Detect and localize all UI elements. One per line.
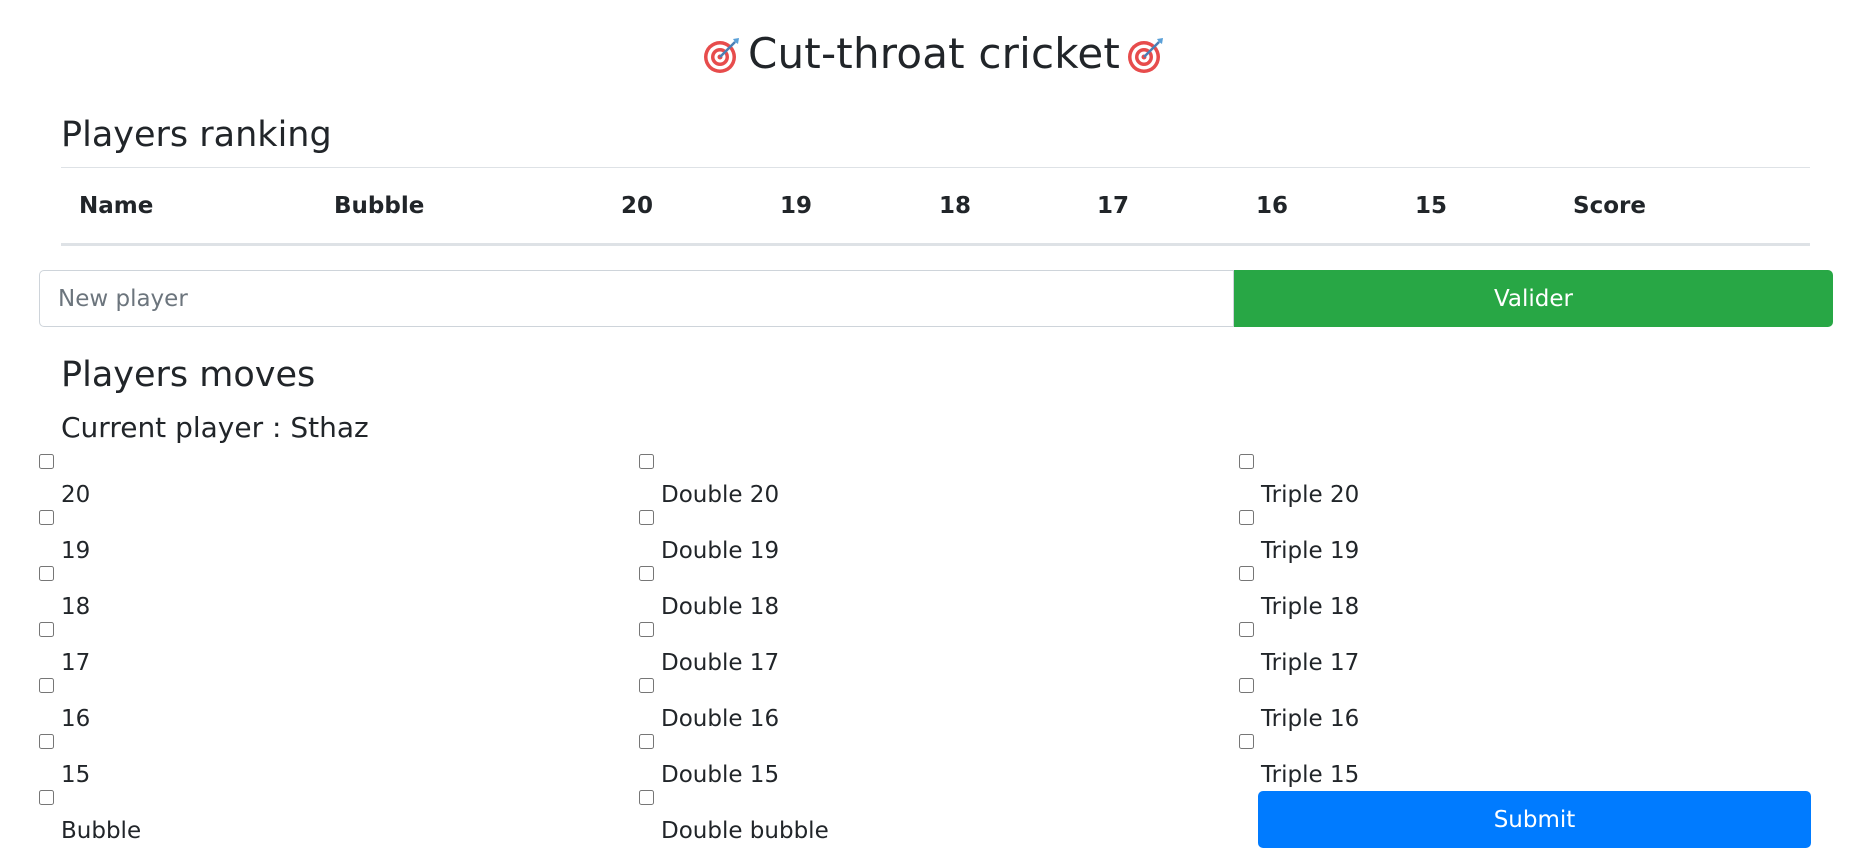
moves-heading: Players moves: [61, 355, 316, 395]
move-label[interactable]: Double 15: [661, 760, 779, 790]
move-item-19: 19: [39, 510, 599, 566]
column-header-bubble: Bubble: [316, 167, 603, 246]
target-icon: [1128, 37, 1164, 73]
move-checkbox-triple-18[interactable]: [1239, 566, 1254, 581]
column-header-18: 18: [921, 167, 1079, 246]
move-checkbox-triple-15[interactable]: [1239, 734, 1254, 749]
column-header-name: Name: [61, 167, 316, 246]
move-checkbox-bubble[interactable]: [39, 790, 54, 805]
move-item-20: 20: [39, 454, 599, 510]
singles-column: 20 19 18 17 16 15 Bubble: [39, 454, 599, 846]
move-checkbox-triple-20[interactable]: [1239, 454, 1254, 469]
move-checkbox-16[interactable]: [39, 678, 54, 693]
move-item-double-16: Double 16: [639, 678, 1199, 734]
move-checkbox-17[interactable]: [39, 622, 54, 637]
move-checkbox-triple-17[interactable]: [1239, 622, 1254, 637]
move-checkbox-double-bubble[interactable]: [639, 790, 654, 805]
move-item-triple-18: Triple 18: [1239, 566, 1799, 622]
move-checkbox-20[interactable]: [39, 454, 54, 469]
doubles-column: Double 20 Double 19 Double 18 Double 17 …: [639, 454, 1199, 846]
move-label[interactable]: Triple 16: [1261, 704, 1359, 734]
triples-column: Triple 20 Triple 19 Triple 18 Triple 17 …: [1239, 454, 1799, 790]
ranking-header-row: Name Bubble 20 19 18 17 16 15 Score: [61, 167, 1810, 246]
move-label[interactable]: 16: [61, 704, 90, 734]
move-item-triple-15: Triple 15: [1239, 734, 1799, 790]
move-label[interactable]: Triple 17: [1261, 648, 1359, 678]
move-item-18: 18: [39, 566, 599, 622]
move-label[interactable]: Triple 15: [1261, 760, 1359, 790]
move-label[interactable]: Triple 20: [1261, 480, 1359, 510]
move-label[interactable]: Double bubble: [661, 816, 829, 846]
move-item-double-bubble: Double bubble: [639, 790, 1199, 846]
move-item-double-19: Double 19: [639, 510, 1199, 566]
move-checkbox-double-19[interactable]: [639, 510, 654, 525]
move-item-16: 16: [39, 678, 599, 734]
new-player-input[interactable]: [39, 270, 1234, 327]
move-label[interactable]: Double 17: [661, 648, 779, 678]
valider-button[interactable]: Valider: [1234, 270, 1833, 327]
move-label[interactable]: 20: [61, 480, 90, 510]
move-checkbox-double-15[interactable]: [639, 734, 654, 749]
move-label[interactable]: Double 16: [661, 704, 779, 734]
move-checkbox-double-17[interactable]: [639, 622, 654, 637]
move-checkbox-19[interactable]: [39, 510, 54, 525]
move-label[interactable]: Bubble: [61, 816, 141, 846]
move-label[interactable]: Triple 18: [1261, 592, 1359, 622]
move-item-bubble: Bubble: [39, 790, 599, 846]
submit-button[interactable]: Submit: [1258, 791, 1811, 848]
move-item-triple-17: Triple 17: [1239, 622, 1799, 678]
move-checkbox-double-18[interactable]: [639, 566, 654, 581]
move-checkbox-triple-19[interactable]: [1239, 510, 1254, 525]
move-label[interactable]: Double 18: [661, 592, 779, 622]
move-checkbox-double-20[interactable]: [639, 454, 654, 469]
current-player-label: Current player :: [61, 411, 291, 444]
column-header-16: 16: [1238, 167, 1397, 246]
column-header-19: 19: [762, 167, 921, 246]
target-icon: [703, 37, 739, 73]
ranking-heading: Players ranking: [61, 115, 332, 155]
move-label[interactable]: Double 19: [661, 536, 779, 566]
move-item-double-17: Double 17: [639, 622, 1199, 678]
column-header-15: 15: [1397, 167, 1555, 246]
move-label[interactable]: 18: [61, 592, 90, 622]
current-player-name: Sthaz: [290, 411, 369, 444]
column-header-20: 20: [603, 167, 762, 246]
move-checkbox-18[interactable]: [39, 566, 54, 581]
move-item-triple-20: Triple 20: [1239, 454, 1799, 510]
move-item-triple-19: Triple 19: [1239, 510, 1799, 566]
page-title-text: Cut-throat cricket: [747, 29, 1121, 78]
move-label[interactable]: 19: [61, 536, 90, 566]
move-item-double-20: Double 20: [639, 454, 1199, 510]
move-checkbox-15[interactable]: [39, 734, 54, 749]
move-label[interactable]: 15: [61, 760, 90, 790]
move-item-17: 17: [39, 622, 599, 678]
column-header-score: Score: [1555, 167, 1810, 246]
move-checkbox-double-16[interactable]: [639, 678, 654, 693]
ranking-table: Name Bubble 20 19 18 17 16 15 Score: [61, 167, 1810, 246]
current-player: Current player : Sthaz: [61, 410, 369, 446]
move-label[interactable]: Double 20: [661, 480, 779, 510]
move-item-triple-16: Triple 16: [1239, 678, 1799, 734]
move-label[interactable]: Triple 19: [1261, 536, 1359, 566]
column-header-17: 17: [1079, 167, 1238, 246]
move-item-15: 15: [39, 734, 599, 790]
move-item-double-15: Double 15: [639, 734, 1199, 790]
page-title: Cut-throat cricket: [0, 26, 1868, 82]
move-checkbox-triple-16[interactable]: [1239, 678, 1254, 693]
move-item-double-18: Double 18: [639, 566, 1199, 622]
move-label[interactable]: 17: [61, 648, 90, 678]
